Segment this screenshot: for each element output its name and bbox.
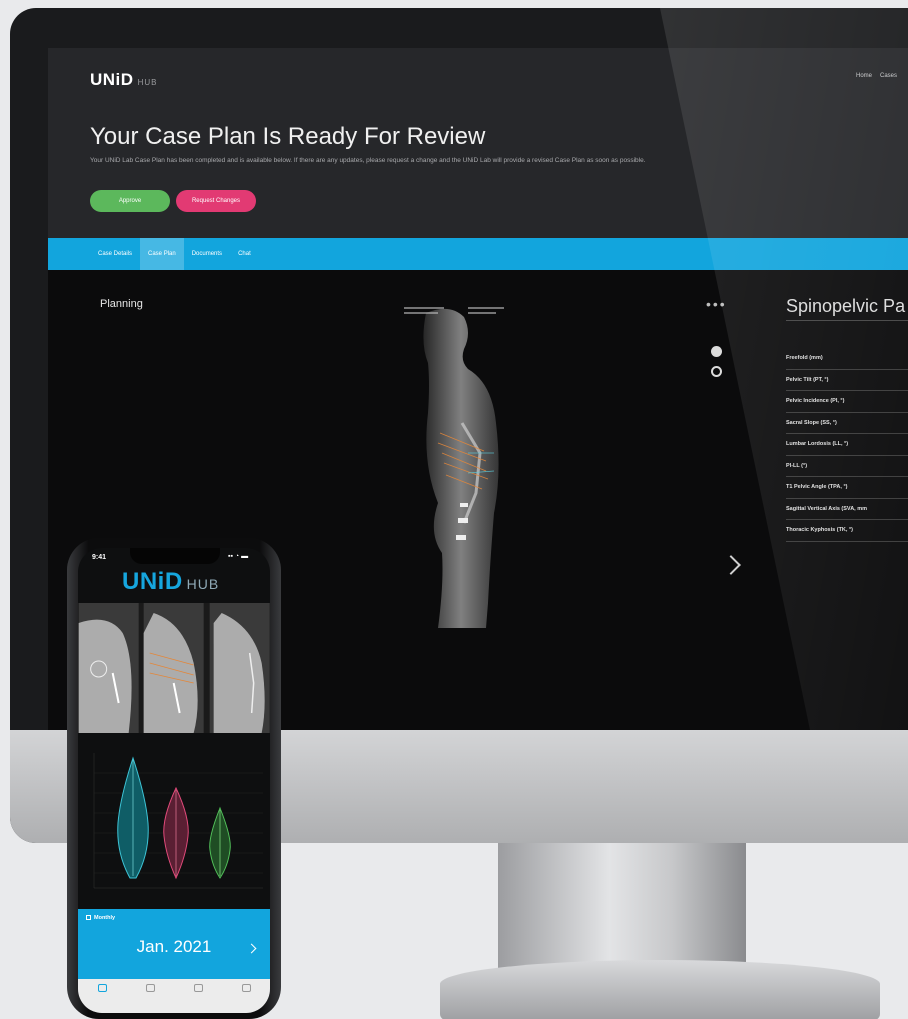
list-item: Sacral Slope (SS, °) [786, 413, 908, 434]
request-changes-button[interactable]: Request Changes [176, 190, 256, 212]
phone-logo: UNiD HUB [122, 568, 219, 596]
status-time: 9:41 [92, 554, 107, 561]
settings-icon [241, 984, 251, 992]
hub-header: UNiD HUB Home Cases Your Case Plan Is Rea… [48, 48, 908, 238]
phone-logo-name: UNiD [122, 568, 183, 595]
list-item: Pelvic Tilt (PT, °) [786, 370, 908, 391]
metric-list: Freefold (mm) Pelvic Tilt (PT, °) Pelvic… [786, 348, 908, 542]
monitor-stand-base [440, 960, 880, 1019]
phone-notch [130, 548, 220, 564]
page-description: Your UNiD Lab Case Plan has been complet… [90, 157, 646, 164]
violin-chart [78, 738, 270, 903]
section-title: Planning [100, 298, 143, 310]
top-nav-cases[interactable]: Cases [880, 73, 897, 79]
phone-tab-4[interactable] [231, 984, 261, 992]
monthly-card: Monthly Jan. 2021 [78, 909, 270, 979]
phone-tab-3[interactable] [183, 984, 213, 992]
brand-sub: HUB [137, 78, 158, 87]
list-item: T1 Pelvic Angle (TPA, °) [786, 477, 908, 499]
signal-battery-icon: ▪▪ ◔ ▬ [228, 553, 249, 560]
list-item: PI-LL (°) [786, 456, 908, 477]
top-nav: Home Cases [856, 73, 897, 79]
xray-thumbnail[interactable] [209, 603, 270, 733]
violin-plot [93, 753, 263, 889]
phone-tab-1[interactable] [87, 984, 117, 992]
zoom-icon[interactable] [711, 366, 722, 377]
top-nav-home[interactable]: Home [856, 73, 872, 79]
tab-documents[interactable]: Documents [184, 238, 230, 270]
brand-logo[interactable]: UNiD HUB [90, 70, 157, 90]
monthly-text: Monthly [94, 915, 116, 921]
list-item: Pelvic Incidence (PI, °) [786, 391, 908, 413]
panel-title: Spinopelvic Pa [786, 296, 906, 316]
list-item: Sagittal Vertical Axis (SVA, mm [786, 499, 908, 520]
phone-tab-bar [78, 979, 270, 1013]
list-item: Lumbar Lordosis (LL, °) [786, 434, 908, 456]
case-tabs: Case Details Case Plan Documents Chat [48, 238, 908, 270]
xray-thumbnails [78, 603, 270, 733]
more-options-icon[interactable]: ••• [706, 296, 727, 312]
phone-screen: 9:41 ▪▪ ◔ ▬ UNiD HUB Monthly Jan. 2021 [78, 548, 270, 1013]
grid-view-icon[interactable] [711, 346, 722, 357]
xray-thumbnail[interactable] [78, 603, 139, 733]
brand-name: UNiD [90, 70, 134, 89]
tab-case-details[interactable]: Case Details [90, 238, 140, 270]
month-value: Jan. 2021 [136, 937, 212, 956]
cases-icon [145, 984, 155, 992]
profile-icon [193, 984, 203, 992]
tab-case-plan[interactable]: Case Plan [140, 238, 184, 270]
monitor-stand [498, 843, 746, 968]
list-item: Thoracic Kyphosis (TK, °) [786, 520, 908, 542]
monthly-label: Monthly [86, 915, 115, 921]
xray-thumbnail[interactable] [143, 603, 204, 733]
chevron-right-icon[interactable] [721, 555, 741, 575]
phone-logo-sub: HUB [186, 576, 220, 592]
phone-tab-2[interactable] [135, 984, 165, 992]
calendar-icon [86, 915, 91, 920]
page-title: Your Case Plan Is Ready For Review [90, 123, 486, 150]
home-icon [97, 984, 107, 992]
divider [786, 320, 908, 321]
tab-chat[interactable]: Chat [230, 238, 259, 270]
xray-image [398, 303, 528, 628]
list-item: Freefold (mm) [786, 348, 908, 370]
approve-button[interactable]: Approve [90, 190, 170, 212]
